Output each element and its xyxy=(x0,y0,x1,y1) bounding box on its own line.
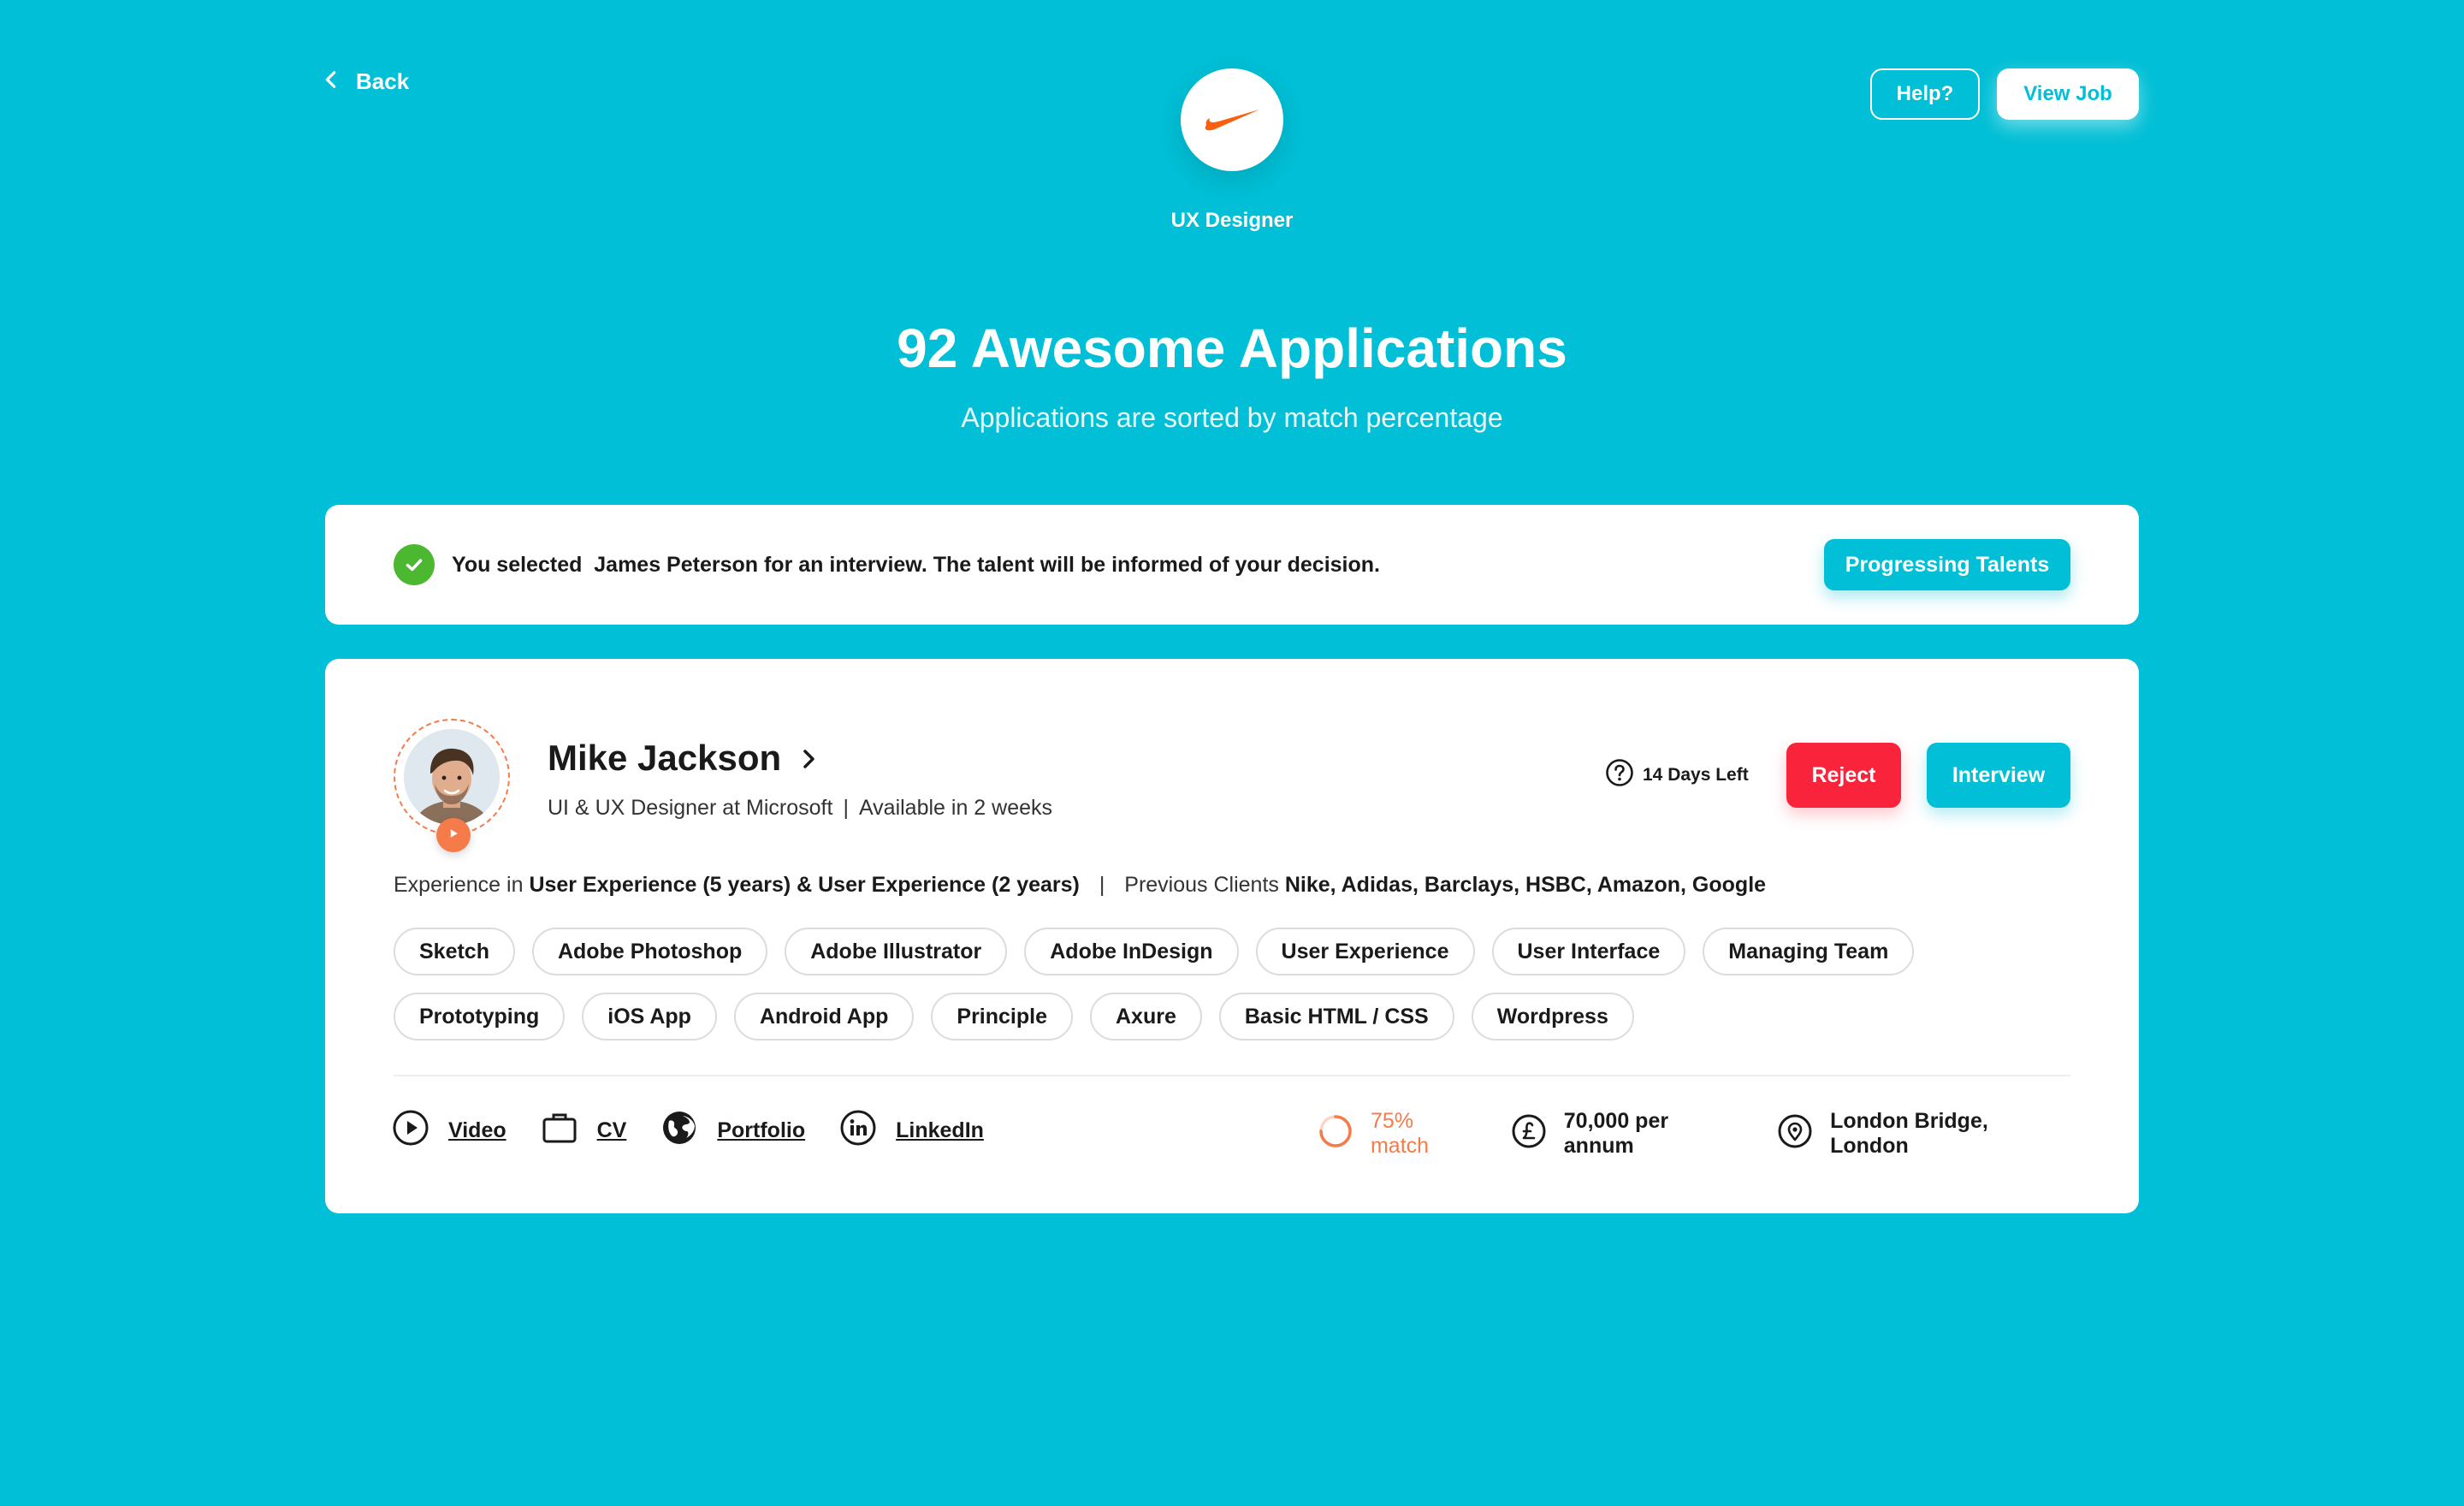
linkedin-icon xyxy=(839,1109,877,1153)
help-button[interactable]: Help? xyxy=(1870,68,1980,120)
back-label: Back xyxy=(356,68,410,94)
clients-prefix: Previous Clients xyxy=(1124,873,1279,897)
skill-chip[interactable]: Managing Team xyxy=(1703,928,1915,975)
check-icon xyxy=(394,544,435,585)
candidate-meta: 75% match 70,000 per annum London Bridge… xyxy=(1318,1109,2070,1159)
company-logo xyxy=(1181,68,1283,171)
candidate-card: Mike Jackson UI & UX Designer at Microso… xyxy=(325,659,2139,1213)
question-circle-icon xyxy=(1605,758,1634,792)
skill-chip[interactable]: Adobe InDesign xyxy=(1024,928,1239,975)
skill-chip[interactable]: Sketch xyxy=(394,928,515,975)
skills-list: Sketch Adobe Photoshop Adobe Illustrator Ad… xyxy=(394,928,2070,1041)
skill-chip[interactable]: Axure xyxy=(1089,993,1202,1041)
match-indicator: 75% match xyxy=(1318,1109,1477,1159)
swoosh-logo-icon xyxy=(1201,103,1263,138)
interview-button[interactable]: Interview xyxy=(1927,743,2070,808)
divider xyxy=(394,1075,2070,1076)
linkedin-link[interactable]: LinkedIn xyxy=(839,1109,984,1153)
experience-prefix: Experience in xyxy=(394,873,524,897)
skill-chip[interactable]: Android App xyxy=(733,993,915,1041)
chevron-left-icon xyxy=(322,68,341,95)
skill-chip[interactable]: Principle xyxy=(931,993,1073,1041)
candidate-name-link[interactable]: Mike Jackson xyxy=(548,738,819,779)
avatar[interactable] xyxy=(404,729,500,825)
page-subtitle: Applications are sorted by match percent… xyxy=(961,402,1503,433)
cv-label: CV xyxy=(596,1118,627,1142)
pound-icon xyxy=(1511,1113,1547,1155)
experience-value: User Experience (5 years) & User Experie… xyxy=(529,873,1080,897)
candidate-links: Video CV Portfolio LinkedIn xyxy=(392,1109,984,1153)
globe-icon xyxy=(660,1109,698,1153)
linkedin-label: LinkedIn xyxy=(896,1118,984,1142)
page-title: 92 Awesome Applications xyxy=(897,317,1567,379)
view-job-button[interactable]: View Job xyxy=(1997,68,2139,120)
chevron-right-icon xyxy=(800,738,819,779)
salary-info: 70,000 per annum xyxy=(1511,1109,1743,1159)
job-title: UX Designer xyxy=(1170,209,1294,232)
skill-chip[interactable]: User Experience xyxy=(1255,928,1475,975)
briefcase-icon xyxy=(541,1109,578,1153)
reject-button[interactable]: Reject xyxy=(1786,743,1901,808)
candidate-name: Mike Jackson xyxy=(548,738,782,778)
location-label: London Bridge, London xyxy=(1830,1109,1988,1158)
play-icon xyxy=(447,827,460,845)
portfolio-label: Portfolio xyxy=(717,1118,806,1142)
skill-chip[interactable]: Basic HTML / CSS xyxy=(1218,993,1454,1041)
selection-notice: You selected James Peterson for an inter… xyxy=(325,505,2139,625)
skill-chip[interactable]: Wordpress xyxy=(1471,993,1634,1041)
skill-chip[interactable]: Prototyping xyxy=(394,993,566,1041)
days-left-label: 14 Days Left xyxy=(1643,765,1749,785)
skill-chip[interactable]: Adobe Illustrator xyxy=(785,928,1008,975)
location-info: London Bridge, London xyxy=(1777,1109,2070,1159)
salary-label: 70,000 per annum xyxy=(1563,1109,1669,1158)
skill-chip[interactable]: Adobe Photoshop xyxy=(531,928,768,975)
cv-link[interactable]: CV xyxy=(541,1109,627,1153)
match-label: 75% match xyxy=(1370,1109,1430,1158)
clients-value: Nike, Adidas, Barclays, HSBC, Amazon, Go… xyxy=(1284,873,1767,897)
back-link[interactable]: Back xyxy=(322,68,409,95)
notice-message: You selected James Peterson for an inter… xyxy=(452,553,1380,577)
candidate-role: UI & UX Designer at Microsoft xyxy=(548,796,833,820)
skill-chip[interactable]: iOS App xyxy=(582,993,717,1041)
video-label: Video xyxy=(448,1118,506,1142)
play-circle-icon xyxy=(392,1109,429,1153)
play-video-badge[interactable] xyxy=(436,818,471,852)
days-left-indicator: 14 Days Left xyxy=(1605,758,1749,792)
progressing-talents-button[interactable]: Progressing Talents xyxy=(1824,539,2070,590)
video-link[interactable]: Video xyxy=(392,1109,506,1153)
skill-chip[interactable]: User Interface xyxy=(1491,928,1686,975)
candidate-subtitle: UI & UX Designer at Microsoft | Available … xyxy=(548,796,1052,820)
map-pin-icon xyxy=(1777,1113,1813,1155)
candidate-availability: Available in 2 weeks xyxy=(858,796,1052,820)
portfolio-link[interactable]: Portfolio xyxy=(660,1109,805,1153)
match-ring-icon xyxy=(1318,1113,1353,1155)
experience-line: Experience in User Experience (5 years) … xyxy=(394,873,1767,897)
